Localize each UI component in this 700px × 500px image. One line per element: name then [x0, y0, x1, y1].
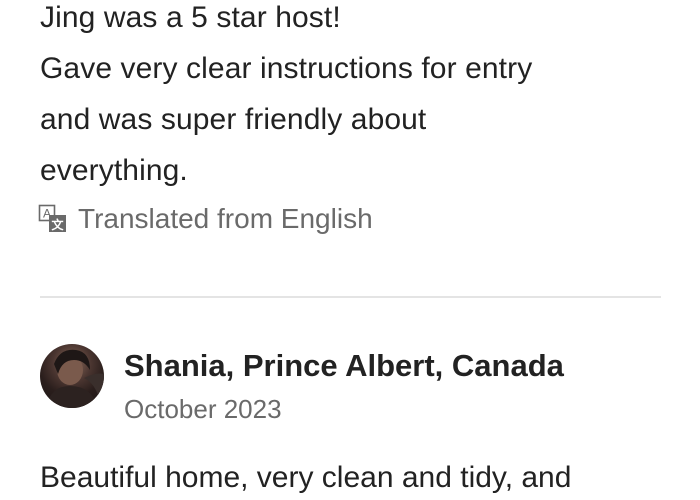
review-line: Jing was a 5 star host!: [40, 1, 341, 34]
review-divider: [40, 296, 661, 298]
review-line: everything.: [40, 154, 188, 187]
translate-icon: A 文: [38, 204, 68, 234]
review-line: Beautiful home, very clean and tidy, and: [40, 461, 572, 494]
reviewer-header: Shania, Prince Albert, Canada October 20…: [40, 344, 564, 424]
translated-label[interactable]: Translated from English: [78, 203, 373, 235]
translation-notice: A 文 Translated from English: [38, 203, 373, 235]
review-date: October 2023: [124, 394, 282, 424]
review-line: Gave very clear instructions for entry: [40, 52, 533, 85]
avatar[interactable]: [40, 344, 104, 408]
review-body: Jing was a 5 star host! Gave very clear …: [40, 0, 680, 196]
svg-text:文: 文: [51, 217, 64, 232]
reviewer-name: Shania, Prince Albert, Canada: [124, 348, 564, 383]
review-line: and was super friendly about: [40, 103, 427, 136]
